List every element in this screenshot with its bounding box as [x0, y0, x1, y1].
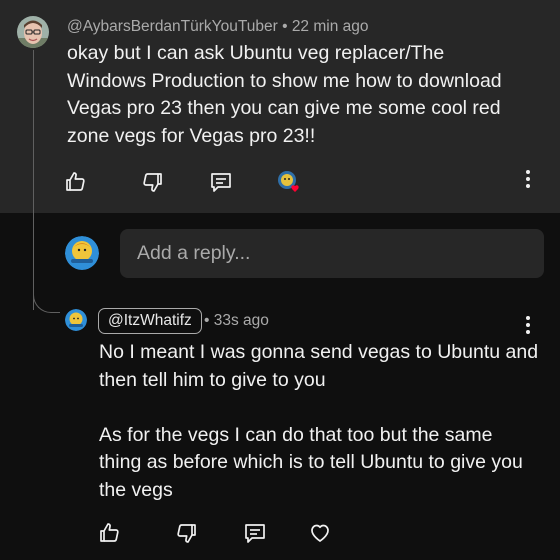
creator-heart-button[interactable]: [274, 168, 306, 196]
reply-meta: • 33s ago: [204, 312, 269, 330]
creator-heart-icon: [278, 171, 299, 192]
reply-timestamp[interactable]: 33s ago: [214, 312, 269, 329]
reply-author-avatar[interactable]: [65, 309, 87, 331]
reply-input[interactable]: Add a reply...: [120, 229, 544, 278]
like-button[interactable]: [61, 168, 89, 196]
reply-like-button[interactable]: [95, 519, 123, 547]
comment-meta: @AybarsBerdanTürkYouTuber • 22 min ago: [67, 18, 369, 36]
heart-icon: [311, 524, 329, 542]
comment-timestamp[interactable]: 22 min ago: [292, 18, 369, 35]
more-vertical-icon: [526, 316, 530, 334]
reply-heart-button[interactable]: [306, 519, 334, 547]
meta-separator: •: [204, 312, 210, 329]
more-vertical-icon: [526, 170, 530, 188]
reply-author-handle[interactable]: @ItzWhatifz: [98, 308, 202, 334]
reply-text: No I meant I was gonna send vegas to Ubu…: [99, 341, 539, 501]
reply-reply-button[interactable]: [241, 519, 269, 547]
author-avatar[interactable]: [17, 16, 49, 48]
meta-separator: •: [282, 18, 288, 35]
thumb-up-icon: [100, 523, 119, 542]
reply-button[interactable]: [207, 168, 235, 196]
comment-author[interactable]: @AybarsBerdanTürkYouTuber: [67, 18, 278, 35]
reply-dislike-button[interactable]: [173, 519, 201, 547]
thumb-down-icon: [143, 173, 162, 192]
reply-thread-line: [33, 50, 34, 310]
thumb-up-icon: [66, 172, 85, 191]
thumb-down-icon: [177, 524, 196, 543]
reply-thread-connector: [33, 286, 60, 313]
current-user-avatar[interactable]: [65, 236, 99, 270]
reply-comment-icon: [245, 524, 265, 543]
reply-input-placeholder: Add a reply...: [137, 242, 251, 264]
comment-text: okay but I can ask Ubuntu veg replacer/T…: [67, 42, 502, 147]
reply-more-button[interactable]: [525, 315, 531, 335]
reply-comment-icon: [211, 173, 231, 192]
dislike-button[interactable]: [139, 168, 167, 196]
comment-more-button[interactable]: [525, 169, 531, 189]
